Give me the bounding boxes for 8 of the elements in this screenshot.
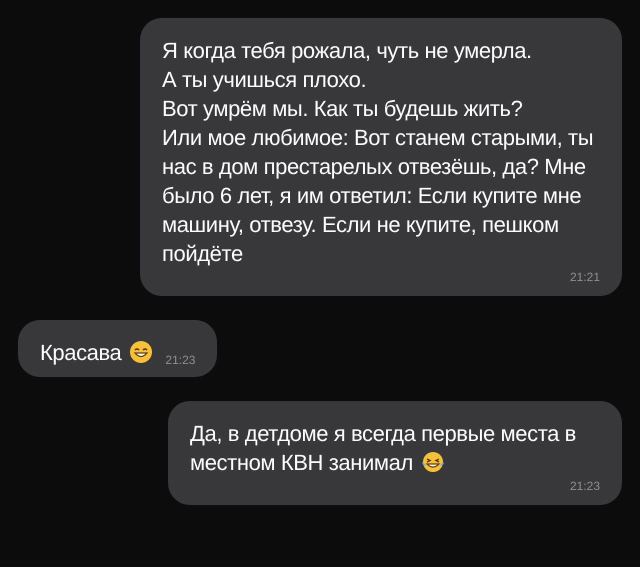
message-time: 21:23	[570, 478, 600, 495]
message-text: Красава	[40, 338, 154, 367]
message-text: Да, в детдоме я всегда первые места в местном КВН занимал	[190, 420, 577, 477]
message-text: Я когда тебя рожала, чуть не умерла. А ты учишься плохо. Вот умрём мы. Как ты будешь жить? Или мое любимое: Вот станем старыми, ты нас в дом престарелых отвезёшь, да? Мне было 6 лет, я им ответил: Если купите мне машину, отвезу. Если не купите, пешком пойдёте	[162, 37, 594, 268]
message-time: 21:21	[570, 269, 600, 286]
smiling-face-icon	[129, 340, 154, 364]
message-time: 21:23	[165, 352, 196, 369]
laughing-face-icon	[420, 450, 445, 474]
